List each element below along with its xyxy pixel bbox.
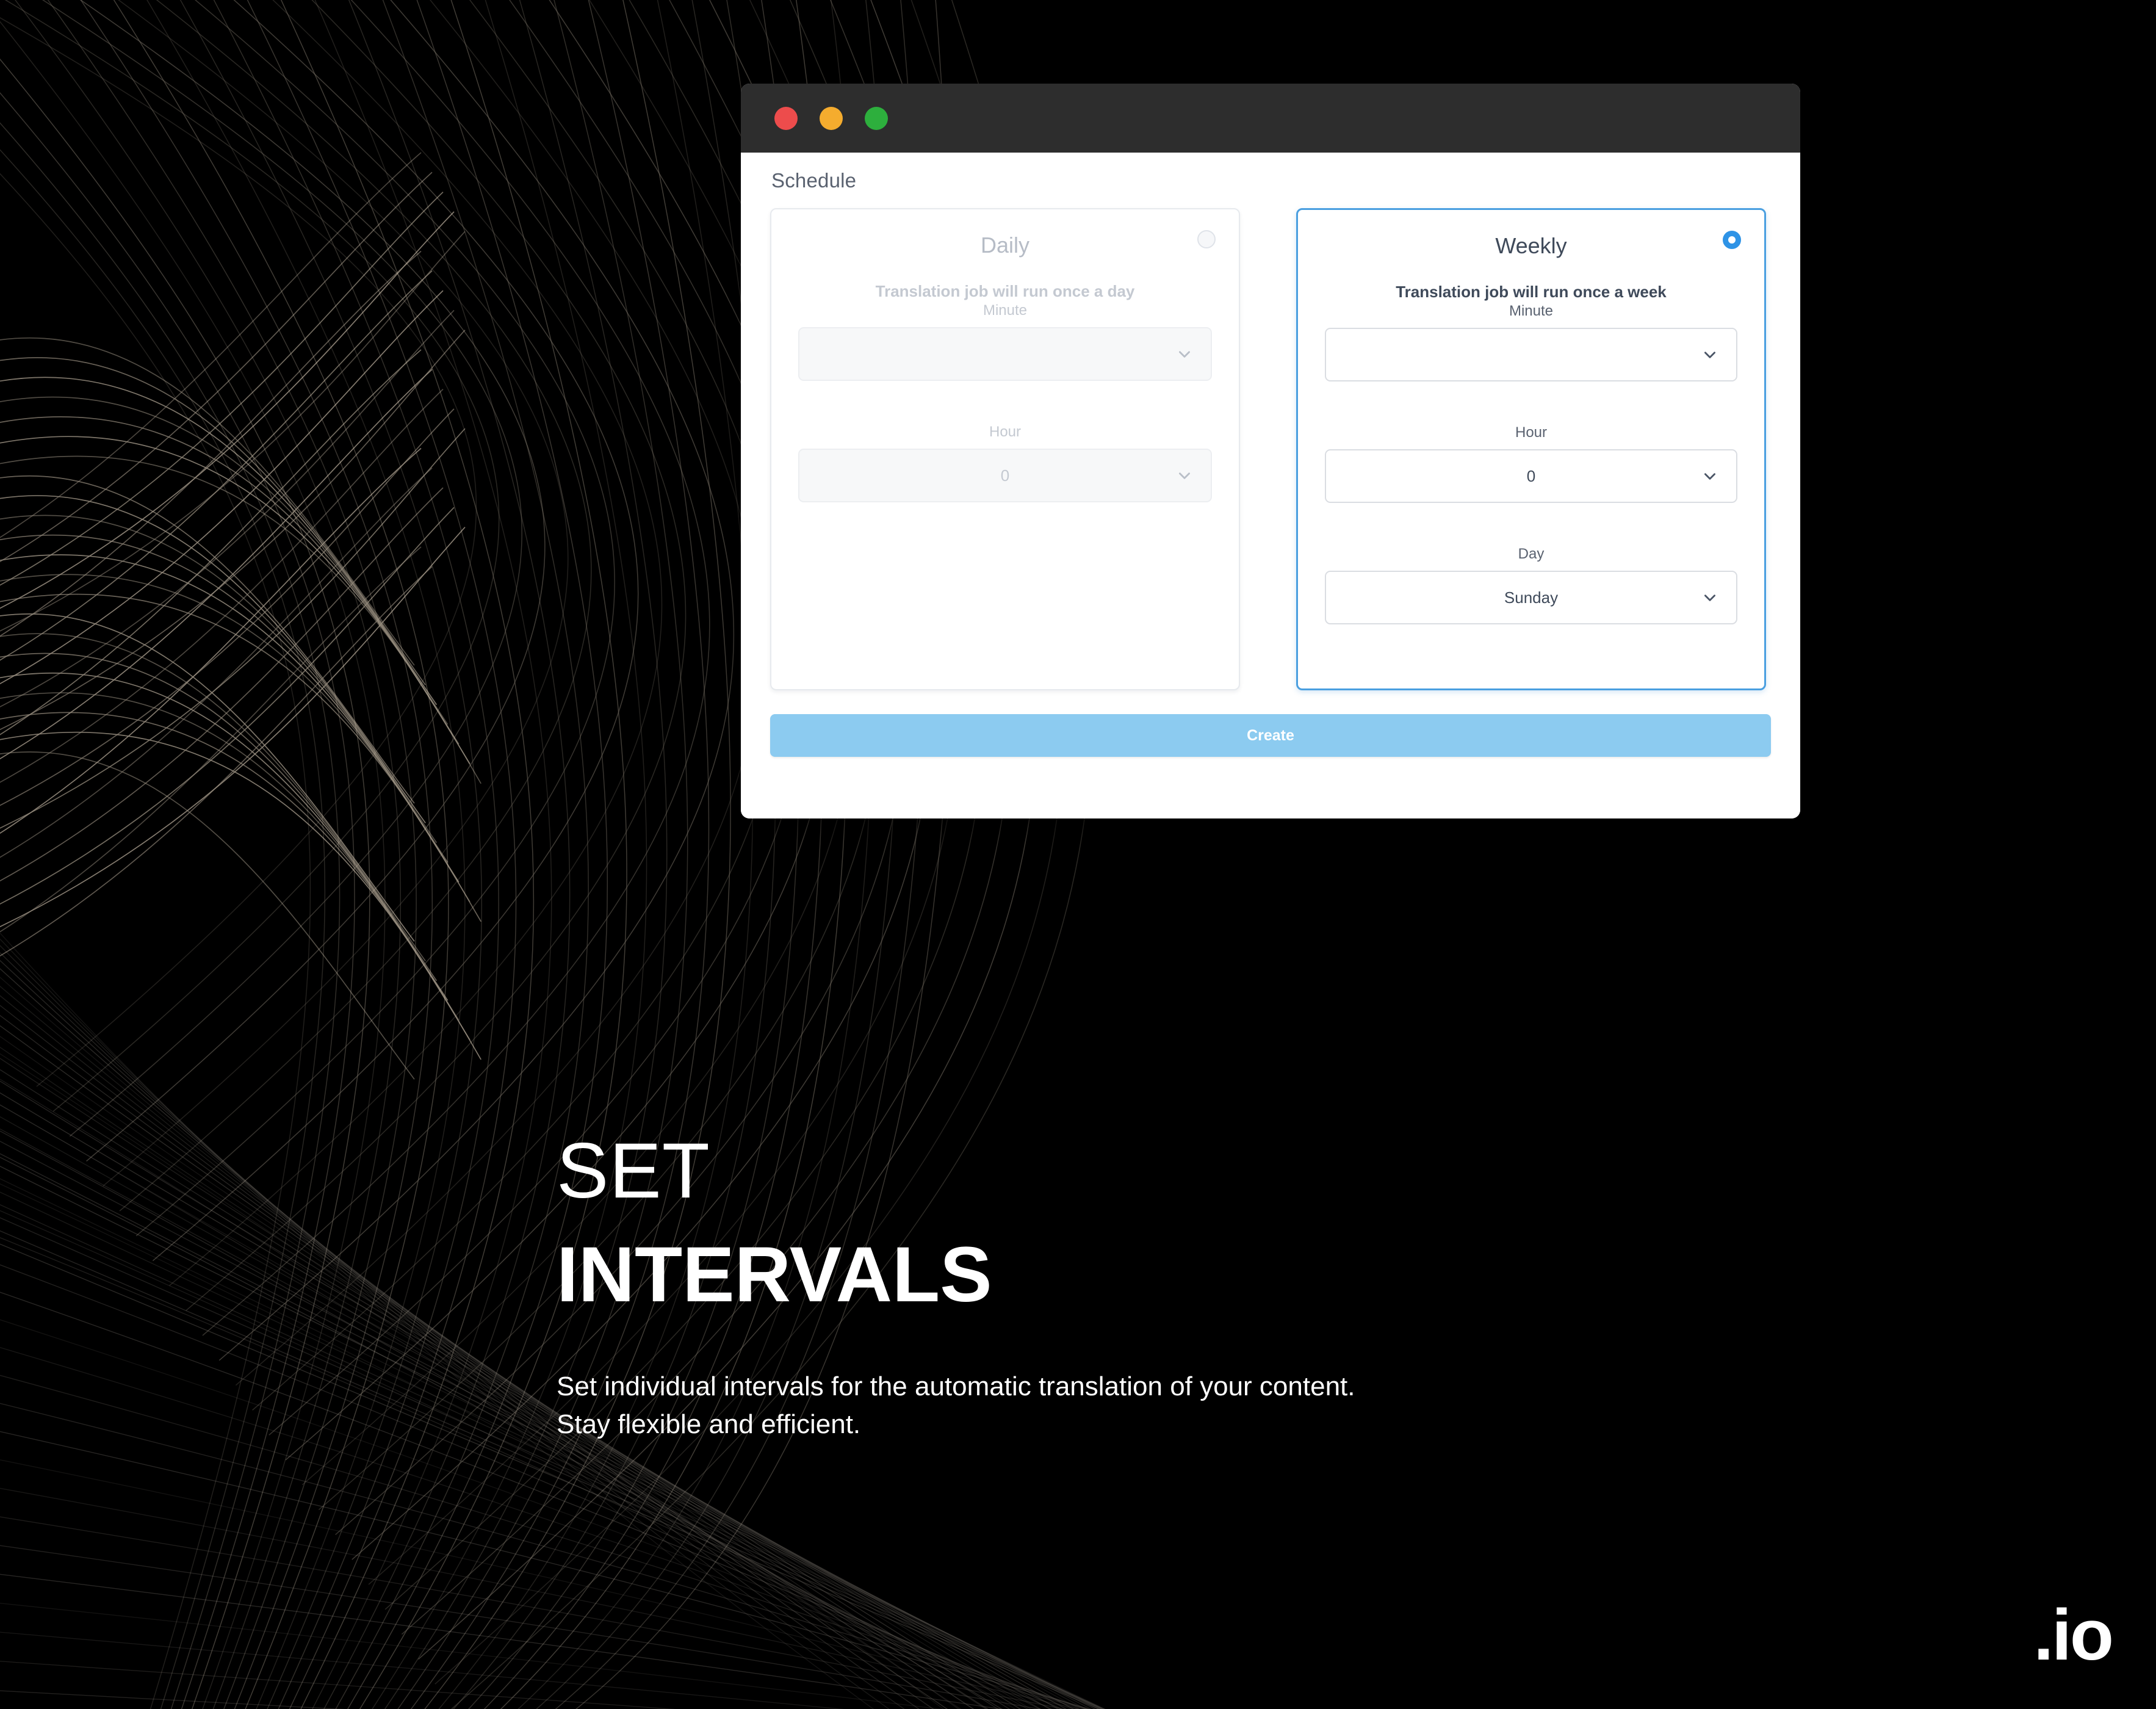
select-weekly-day[interactable]: Sunday [1325,571,1737,624]
card-description-daily: Translation job will run once a day [875,282,1135,300]
card-title-weekly: Weekly [1495,233,1567,258]
schedule-options-row: Daily Translation job will run once a da… [770,208,1771,690]
minimize-button[interactable] [820,106,843,130]
schedule-card-weekly[interactable]: Weekly Translation job will run once a w… [1296,208,1766,690]
field-label-daily-hour: Hour [989,424,1022,440]
select-weekly-hour[interactable]: 0 [1325,449,1737,503]
window-title-bar [741,84,1800,153]
app-window: Schedule Daily Translation job will run … [741,84,1800,818]
schedule-section-label: Schedule [771,169,857,192]
card-description-weekly: Translation job will run once a week [1396,283,1667,301]
chevron-down-icon [1179,472,1190,479]
maximize-button[interactable] [865,106,888,130]
select-value-weekly-hour: 0 [1526,466,1536,485]
field-label-weekly-hour: Hour [1515,424,1548,441]
close-button[interactable] [774,106,798,130]
select-value-weekly-day: Sunday [1504,588,1559,607]
create-button[interactable]: Create [770,714,1771,757]
window-content: Schedule Daily Translation job will run … [741,153,1800,818]
chevron-down-icon [1704,473,1715,480]
io-logo: .io [2033,1595,2114,1675]
field-label-weekly-day: Day [1518,546,1545,562]
chevron-down-icon [1179,351,1190,358]
field-label-daily-minute: Minute [982,302,1028,319]
headline-line-1: SET [557,1127,710,1215]
radio-daily[interactable] [1197,230,1216,248]
select-daily-hour[interactable]: 0 [798,449,1212,502]
headline-line-2: INTERVALS [557,1231,992,1318]
subcopy-line-2: Stay flexible and efficient. [557,1409,861,1440]
subcopy-line-1: Set individual intervals for the automat… [557,1371,1355,1401]
subcopy-text: Set individual intervals for the automat… [557,1368,1777,1444]
field-label-weekly-minute: Minute [1509,303,1554,319]
select-value-daily-hour: 0 [1000,466,1010,485]
chevron-down-icon [1704,352,1715,358]
select-weekly-minute[interactable] [1325,328,1737,381]
chevron-down-icon [1704,594,1715,601]
select-daily-minute[interactable] [798,327,1212,381]
card-title-daily: Daily [980,233,1029,258]
marketing-copy: SET INTERVALS Set individual intervals f… [557,1132,1777,1444]
radio-weekly[interactable] [1723,231,1741,249]
schedule-card-daily[interactable]: Daily Translation job will run once a da… [770,208,1240,690]
